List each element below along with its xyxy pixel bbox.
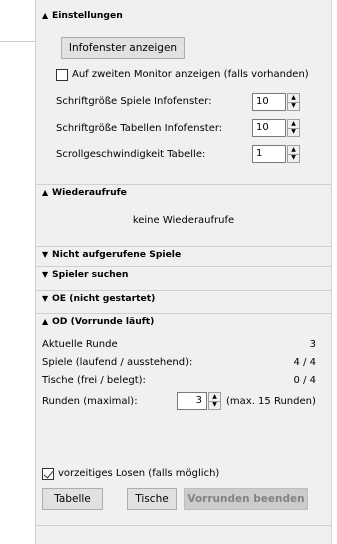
section-title: OE (nicht gestartet): [52, 293, 156, 304]
section-header-settings[interactable]: Einstellungen: [36, 8, 331, 24]
section-header-oe[interactable]: OE (nicht gestartet): [36, 290, 331, 306]
recalls-empty-text: keine Wiederaufrufe: [132, 215, 235, 226]
tables-button[interactable]: Tische: [127, 488, 177, 510]
expand-down-icon: [42, 267, 52, 283]
finish-prelims-button[interactable]: Vorrunden beenden: [184, 488, 308, 510]
expand-down-icon: [42, 291, 52, 307]
scroll-speed-label: Scrollgeschwindigkeit Tabelle:: [56, 149, 206, 160]
table-button[interactable]: Tabelle: [42, 488, 103, 510]
font-size-tables-spinner[interactable]: ▲ ▼: [287, 119, 300, 137]
section-title: Einstellungen: [52, 10, 123, 21]
spin-value: 10: [256, 122, 269, 133]
collapse-up-icon: [42, 314, 52, 330]
early-draw-label: vorzeitiges Losen (falls möglich): [58, 468, 220, 479]
left-pane: [0, 0, 35, 544]
second-monitor-label: Auf zweiten Monitor anzeigen (falls vorh…: [72, 69, 309, 80]
left-pane-top: [0, 0, 35, 42]
spin-value: 1: [256, 148, 263, 159]
tables-value: 0 / 4: [293, 375, 316, 386]
rounds-label: Runden (maximal):: [42, 396, 138, 407]
collapse-up-icon: [42, 185, 52, 201]
section-header-od[interactable]: OD (Vorrunde läuft): [36, 313, 331, 329]
section-title: Nicht aufgerufene Spiele: [52, 249, 182, 260]
scroll-speed-field[interactable]: 1: [252, 145, 286, 163]
spin-down-icon[interactable]: ▼: [288, 154, 299, 162]
games-label: Spiele (laufend / ausstehend):: [42, 357, 193, 368]
font-size-games-spinner[interactable]: ▲ ▼: [287, 93, 300, 111]
spin-down-icon[interactable]: ▼: [288, 102, 299, 110]
font-size-games-label: Schriftgröße Spiele Infofenster:: [56, 96, 212, 107]
right-panel: Einstellungen Infofenster anzeigen Auf z…: [36, 0, 331, 544]
current-round-label: Aktuelle Runde: [42, 339, 118, 350]
second-monitor-checkbox[interactable]: [56, 69, 68, 81]
section-title: Spieler suchen: [52, 269, 129, 280]
rounds-field[interactable]: 3: [177, 392, 207, 410]
current-round-value: 3: [309, 339, 316, 350]
section-header-not-called[interactable]: Nicht aufgerufene Spiele: [36, 246, 331, 262]
spin-down-icon[interactable]: ▼: [288, 128, 299, 136]
early-draw-checkbox[interactable]: [42, 468, 54, 480]
font-size-games-field[interactable]: 10: [252, 93, 286, 111]
games-value: 4 / 4: [293, 357, 316, 368]
show-infowindow-button[interactable]: Infofenster anzeigen: [61, 37, 185, 59]
spin-down-icon[interactable]: ▼: [209, 401, 220, 409]
font-size-tables-field[interactable]: 10: [252, 119, 286, 137]
right-edge: [332, 0, 337, 544]
spin-value: 10: [256, 96, 269, 107]
font-size-tables-label: Schriftgröße Tabellen Infofenster:: [56, 123, 223, 134]
section-header-player-search[interactable]: Spieler suchen: [36, 266, 331, 282]
tables-label: Tische (frei / belegt):: [42, 375, 146, 386]
scroll-speed-spinner[interactable]: ▲ ▼: [287, 145, 300, 163]
expand-down-icon: [42, 247, 52, 263]
collapse-up-icon: [42, 8, 52, 24]
section-title: Wiederaufrufe: [52, 187, 127, 198]
spin-value: 3: [195, 395, 202, 406]
section-title: OD (Vorrunde läuft): [52, 316, 155, 327]
section-header-recalls[interactable]: Wiederaufrufe: [36, 184, 331, 200]
section-divider: [36, 525, 331, 526]
rounds-suffix: (max. 15 Runden): [226, 396, 316, 407]
rounds-spinner[interactable]: ▲ ▼: [208, 392, 221, 410]
